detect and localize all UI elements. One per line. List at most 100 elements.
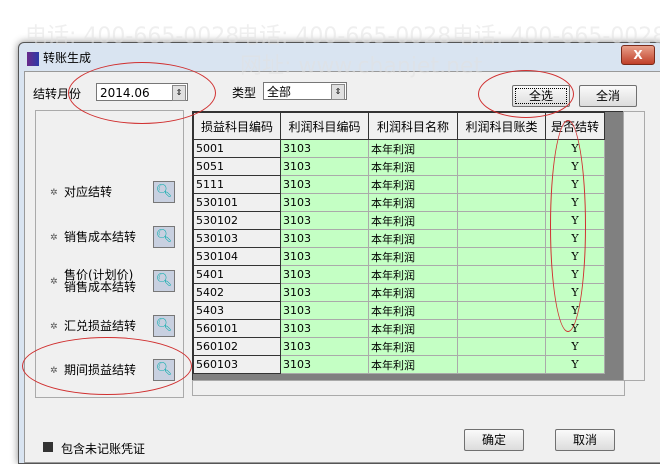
table-cell[interactable]: 5403 — [193, 301, 281, 320]
table-cell[interactable]: 5001 — [193, 139, 281, 158]
table-cell[interactable]: 3103 — [280, 265, 369, 284]
search-icon[interactable]: 🔍︎ — [153, 359, 175, 381]
table-cell[interactable]: 本年利润 — [368, 337, 458, 356]
table-row[interactable]: 560103 3103 本年利润 Y — [193, 355, 605, 374]
table-cell[interactable] — [457, 319, 546, 338]
table-row[interactable]: 560102 3103 本年利润 Y — [193, 337, 605, 356]
table-row[interactable]: 5051 3103 本年利润 Y — [193, 157, 605, 176]
table-cell[interactable] — [457, 193, 546, 212]
table-cell[interactable]: 3103 — [280, 283, 369, 302]
table-cell[interactable] — [457, 175, 546, 194]
table-cell[interactable] — [457, 337, 546, 356]
table-cell[interactable]: 5051 — [193, 157, 281, 176]
table-cell[interactable] — [457, 139, 546, 158]
table-cell[interactable]: 本年利润 — [368, 193, 458, 212]
table-cell[interactable] — [457, 229, 546, 248]
table-cell[interactable]: 560101 — [193, 319, 281, 338]
table-cell[interactable] — [457, 283, 546, 302]
table-cell[interactable]: 3103 — [280, 247, 369, 266]
search-icon[interactable]: 🔍︎ — [153, 315, 175, 337]
table-cell[interactable]: Y — [545, 301, 605, 320]
search-icon[interactable]: 🔍︎ — [153, 181, 175, 203]
table-row[interactable]: 530101 3103 本年利润 Y — [193, 193, 605, 212]
table-cell[interactable]: 本年利润 — [368, 283, 458, 302]
ok-button[interactable]: 确定 — [464, 429, 524, 451]
table-cell[interactable]: Y — [545, 139, 605, 158]
transfer-type-item[interactable]: ✲ 售价(计划价) 销售成本结转 🔍︎ — [50, 269, 175, 296]
table-cell[interactable]: Y — [545, 175, 605, 194]
table-row[interactable]: 5403 3103 本年利润 Y — [193, 301, 605, 320]
select-all-button[interactable]: 全选 — [512, 85, 570, 107]
table-cell[interactable] — [457, 247, 546, 266]
table-cell[interactable]: 3103 — [280, 139, 369, 158]
table-cell[interactable]: 本年利润 — [368, 355, 458, 374]
table-cell[interactable]: Y — [545, 211, 605, 230]
column-header[interactable]: 利润科目编码 — [280, 112, 369, 140]
search-icon[interactable]: 🔍︎ — [153, 270, 175, 292]
table-cell[interactable]: 本年利润 — [368, 175, 458, 194]
table-cell[interactable]: 本年利润 — [368, 211, 458, 230]
checkbox-icon[interactable] — [43, 442, 53, 452]
transfer-type-item[interactable]: ✲ 销售成本结转 🔍︎ — [50, 226, 175, 252]
table-row[interactable]: 5402 3103 本年利润 Y — [193, 283, 605, 302]
table-cell[interactable]: 本年利润 — [368, 139, 458, 158]
table-cell[interactable]: 5111 — [193, 175, 281, 194]
transfer-type-item[interactable]: ✲ 对应结转 🔍︎ — [50, 181, 175, 207]
table-cell[interactable]: Y — [545, 229, 605, 248]
table-cell[interactable] — [457, 157, 546, 176]
month-combo[interactable]: 2014.06 ⇕ — [96, 83, 188, 101]
column-header[interactable]: 利润科目名称 — [368, 112, 458, 140]
column-header[interactable]: 利润科目账类 — [457, 112, 546, 140]
table-cell[interactable]: 3103 — [280, 229, 369, 248]
table-cell[interactable]: Y — [545, 283, 605, 302]
table-cell[interactable]: 3103 — [280, 355, 369, 374]
deselect-all-button[interactable]: 全消 — [579, 85, 637, 107]
table-cell[interactable] — [457, 355, 546, 374]
table-cell[interactable]: 530103 — [193, 229, 281, 248]
table-cell[interactable]: 3103 — [280, 157, 369, 176]
table-cell[interactable]: 本年利润 — [368, 247, 458, 266]
table-cell[interactable] — [457, 265, 546, 284]
table-cell[interactable]: Y — [545, 265, 605, 284]
table-cell[interactable]: 530104 — [193, 247, 281, 266]
table-cell[interactable]: 530101 — [193, 193, 281, 212]
column-header[interactable]: 是否结转 — [545, 112, 605, 140]
table-cell[interactable]: 本年利润 — [368, 319, 458, 338]
table-cell[interactable]: 560103 — [193, 355, 281, 374]
table-cell[interactable]: Y — [545, 319, 605, 338]
table-cell[interactable]: 3103 — [280, 211, 369, 230]
table-cell[interactable]: 3103 — [280, 337, 369, 356]
column-header[interactable]: 损益科目编码 — [193, 112, 281, 140]
table-row[interactable]: 530103 3103 本年利润 Y — [193, 229, 605, 248]
table-cell[interactable]: 5401 — [193, 265, 281, 284]
spin-icon[interactable]: ⇕ — [172, 85, 186, 101]
table-cell[interactable]: 3103 — [280, 319, 369, 338]
table-cell[interactable]: Y — [545, 157, 605, 176]
horizontal-scrollbar[interactable] — [192, 380, 625, 396]
table-row[interactable]: 530104 3103 本年利润 Y — [193, 247, 605, 266]
table-cell[interactable]: 3103 — [280, 301, 369, 320]
spin-icon[interactable]: ⇕ — [331, 84, 345, 100]
table-cell[interactable]: 本年利润 — [368, 301, 458, 320]
type-combo[interactable]: 全部 ⇕ — [263, 82, 347, 100]
cancel-button[interactable]: 取消 — [555, 429, 615, 451]
table-cell[interactable]: 530102 — [193, 211, 281, 230]
table-row[interactable]: 5111 3103 本年利润 Y — [193, 175, 605, 194]
table-cell[interactable]: Y — [545, 247, 605, 266]
table-cell[interactable]: 本年利润 — [368, 265, 458, 284]
close-button[interactable]: X — [621, 45, 655, 65]
table-cell[interactable]: Y — [545, 337, 605, 356]
table-cell[interactable]: Y — [545, 193, 605, 212]
include-unposted-label[interactable]: 包含未记账凭证 — [61, 440, 145, 457]
transfer-type-item[interactable]: ✲ 汇兑损益结转 🔍︎ — [50, 315, 175, 341]
table-cell[interactable]: 3103 — [280, 193, 369, 212]
table-cell[interactable]: 本年利润 — [368, 157, 458, 176]
table-cell[interactable]: 3103 — [280, 175, 369, 194]
vertical-scrollbar[interactable] — [623, 111, 645, 381]
search-icon[interactable]: 🔍︎ — [153, 226, 175, 248]
table-row[interactable]: 5001 3103 本年利润 Y — [193, 139, 605, 158]
table-cell[interactable]: 5402 — [193, 283, 281, 302]
table-cell[interactable]: 本年利润 — [368, 229, 458, 248]
table-row[interactable]: 530102 3103 本年利润 Y — [193, 211, 605, 230]
table-cell[interactable] — [457, 301, 546, 320]
